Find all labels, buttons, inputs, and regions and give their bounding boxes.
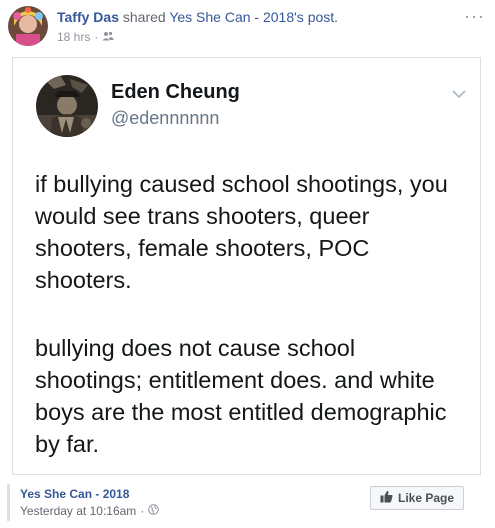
post-header: Taffy Das shared Yes She Can - 2018's po…	[0, 0, 495, 52]
tweet-author-handle: @edennnnnn	[111, 108, 220, 128]
footer-divider	[7, 484, 10, 521]
post-time[interactable]: 18 hrs	[57, 30, 90, 44]
meta-separator: ·	[94, 30, 99, 44]
globe-icon	[148, 504, 160, 518]
footer-separator: ·	[140, 504, 145, 518]
footer-page-link[interactable]: Yes She Can - 2018	[20, 487, 129, 501]
sharer-avatar[interactable]	[8, 6, 48, 46]
like-page-label: Like Page	[397, 491, 455, 505]
friends-icon	[102, 30, 114, 44]
chevron-down-icon[interactable]	[452, 86, 466, 104]
sharer-name-link[interactable]: Taffy Das	[57, 9, 119, 25]
tweet-author-name: Eden Cheung	[111, 81, 240, 103]
source-suffix[interactable]: 's post.	[294, 9, 338, 25]
like-page-button[interactable]: Like Page	[370, 486, 464, 510]
footer-meta: Yesterday at 10:16am ·	[20, 504, 160, 518]
tweet-paragraph-2: bullying does not cause school shootings…	[35, 335, 447, 457]
tweet-author-avatar[interactable]	[36, 75, 98, 137]
shared-post-footer: Yes She Can - 2018 Yesterday at 10:16am …	[0, 475, 495, 528]
tweet-card[interactable]: Eden Cheung @edennnnnn if bullying cause…	[12, 57, 481, 475]
footer-timestamp[interactable]: Yesterday at 10:16am	[20, 504, 136, 518]
share-line: Taffy Das shared Yes She Can - 2018's po…	[57, 9, 338, 25]
source-page-link[interactable]: Yes She Can - 2018	[169, 9, 294, 25]
more-options-icon[interactable]: ···	[464, 6, 485, 27]
thumbs-up-icon	[380, 490, 393, 506]
post-meta: 18 hrs ·	[57, 30, 114, 44]
shared-text: shared	[122, 9, 166, 25]
tweet-paragraph-1: if bullying caused school shootings, you…	[35, 171, 448, 293]
